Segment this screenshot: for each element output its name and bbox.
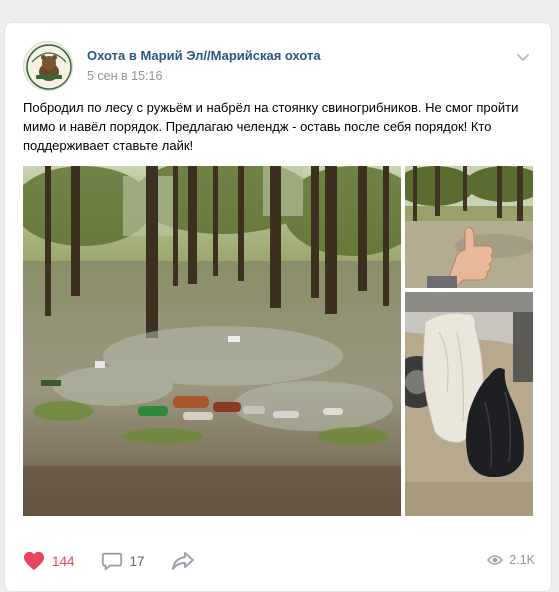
post-card: Охота в Марий Эл//Марийская охота 5 сен … bbox=[4, 22, 552, 592]
like-count: 144 bbox=[52, 553, 75, 569]
post-photo-thumbs-up[interactable] bbox=[405, 166, 533, 288]
heart-icon bbox=[24, 551, 44, 571]
share-arrow-icon bbox=[171, 552, 194, 570]
post-text: Побродил по лесу с ружьём и набрёл на ст… bbox=[23, 100, 519, 153]
post-menu-button[interactable] bbox=[515, 49, 531, 65]
comment-button[interactable]: 17 bbox=[101, 550, 145, 572]
post-timestamp[interactable]: 5 сен в 15:16 bbox=[87, 69, 321, 84]
post-header: Охота в Марий Эл//Марийская охота 5 сен … bbox=[23, 41, 321, 91]
post-photo-forest-litter[interactable] bbox=[23, 166, 401, 516]
chevron-down-icon bbox=[517, 54, 529, 61]
share-button[interactable] bbox=[171, 550, 195, 572]
bear-logo-icon bbox=[26, 44, 72, 90]
like-button[interactable]: 144 bbox=[23, 551, 75, 571]
comment-count: 17 bbox=[129, 553, 145, 569]
views-count: 2.1K bbox=[509, 553, 535, 567]
eye-icon bbox=[487, 555, 504, 565]
post-photo-trash-bags[interactable] bbox=[405, 292, 533, 516]
post-actions-bar: 144 17 2.1K bbox=[23, 547, 535, 575]
group-name-link[interactable]: Охота в Марий Эл//Марийская охота bbox=[87, 48, 321, 64]
views-counter: 2.1K bbox=[487, 553, 535, 567]
comment-icon bbox=[101, 552, 122, 571]
group-avatar[interactable] bbox=[23, 41, 73, 91]
